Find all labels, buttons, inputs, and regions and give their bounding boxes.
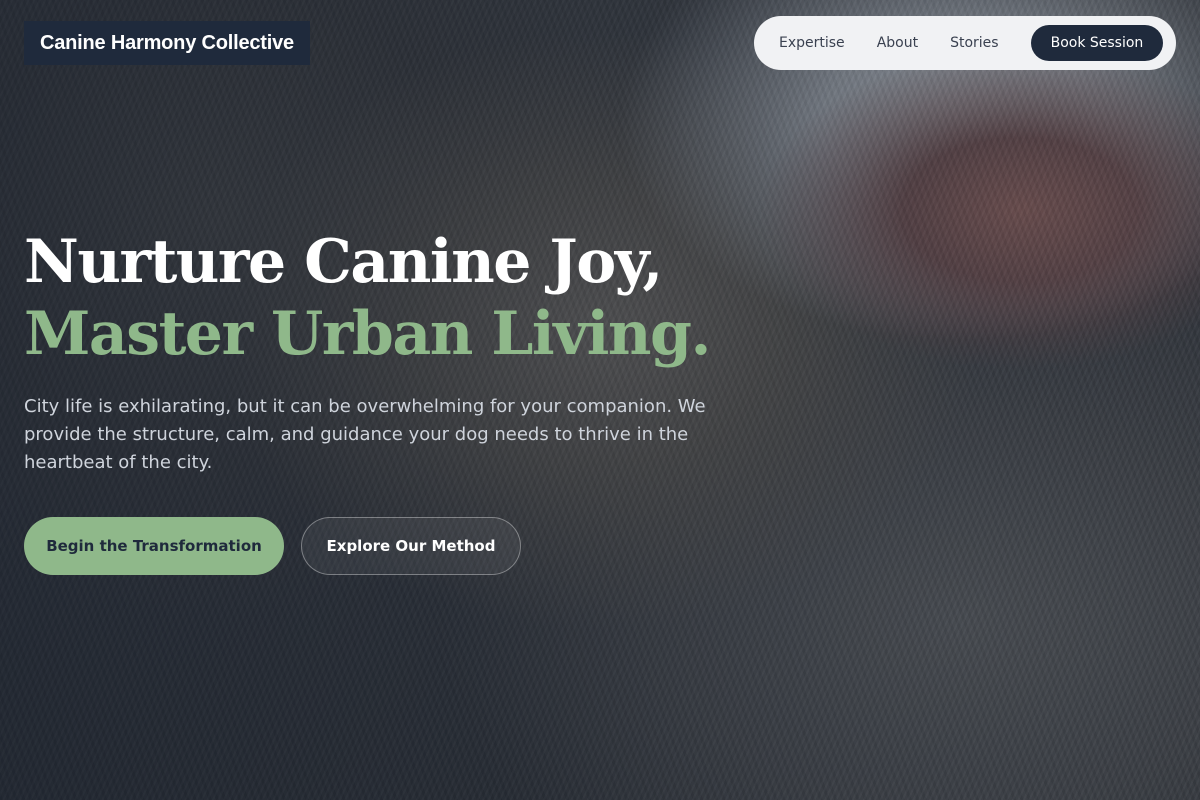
begin-transformation-button[interactable]: Begin the Transformation	[24, 517, 284, 575]
headline-line-2: Master Urban Living.	[24, 299, 711, 369]
hero-headline: Nurture Canine Joy, Master Urban Living.	[24, 226, 711, 370]
explore-method-button[interactable]: Explore Our Method	[301, 517, 521, 575]
nav-link-about[interactable]: About	[877, 35, 918, 51]
nav-link-expertise[interactable]: Expertise	[779, 35, 845, 51]
headline-line-1: Nurture Canine Joy,	[24, 227, 663, 297]
hero-lead-text: City life is exhilarating, but it can be…	[24, 396, 706, 473]
nav-link-stories[interactable]: Stories	[950, 35, 999, 51]
main-nav: Expertise About Stories Book Session	[754, 16, 1176, 70]
hero-cta-group: Begin the Transformation Explore Our Met…	[24, 517, 521, 575]
brand-name: Canine Harmony Collective	[40, 31, 294, 54]
book-session-button[interactable]: Book Session	[1030, 25, 1164, 61]
brand-logo[interactable]: Canine Harmony Collective	[24, 21, 310, 65]
